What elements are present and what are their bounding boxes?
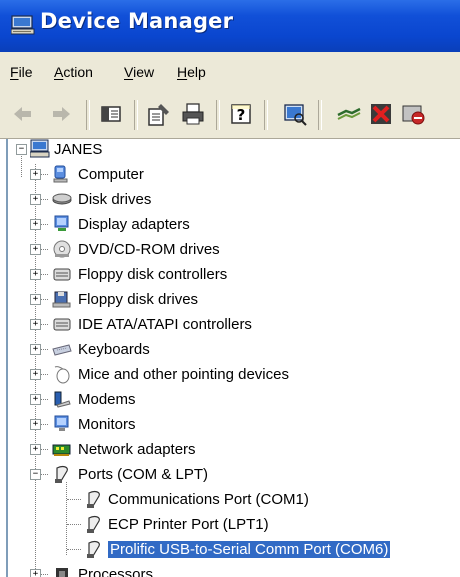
- tree-item-monitors[interactable]: Monitors: [78, 416, 136, 433]
- expand-toggle-computer[interactable]: +: [30, 169, 41, 180]
- expand-toggle-network-adapters[interactable]: +: [30, 444, 41, 455]
- tree-item-ide-ata-atapi-controllers[interactable]: IDE ATA/ATAPI controllers: [78, 316, 252, 333]
- expand-toggle-display-adapters[interactable]: +: [30, 219, 41, 230]
- tree-item-keyboards[interactable]: Keyboards: [78, 341, 150, 358]
- tree-connector: [66, 482, 67, 555]
- computer-icon: [30, 139, 50, 158]
- floppy-drive-icon: [52, 291, 71, 308]
- tree-connector: [67, 499, 81, 500]
- tree-item-modems[interactable]: Modems: [78, 391, 136, 408]
- forward-arrow-icon[interactable]: [48, 101, 74, 127]
- toolbar-separator: [134, 100, 138, 130]
- mouse-icon: [54, 366, 70, 384]
- tree-connector: [67, 549, 81, 550]
- scan-hardware-icon[interactable]: [282, 101, 308, 127]
- display-adapter-icon: [54, 215, 69, 231]
- toolbar-separator: [264, 100, 268, 130]
- port-icon: [87, 515, 100, 533]
- port-icon: [87, 490, 100, 508]
- disk-drive-icon: [52, 193, 72, 205]
- expand-toggle-ports-com-lpt[interactable]: −: [30, 469, 41, 480]
- expand-toggle-processors[interactable]: +: [30, 569, 41, 577]
- port-icon: [55, 465, 68, 483]
- expand-toggle-mice-and-other-pointing-devices[interactable]: +: [30, 369, 41, 380]
- tree-connector: [21, 154, 22, 177]
- port-icon: [87, 540, 100, 558]
- controller-icon: [53, 268, 71, 281]
- back-arrow-icon[interactable]: [10, 101, 36, 127]
- tree-root-label[interactable]: JANES: [54, 141, 102, 158]
- menu-action[interactable]: Action: [54, 64, 93, 80]
- controller-icon: [53, 318, 71, 331]
- tree-item-floppy-disk-controllers[interactable]: Floppy disk controllers: [78, 266, 227, 283]
- help-icon[interactable]: ?: [228, 101, 254, 127]
- tree-item-network-adapters[interactable]: Network adapters: [78, 441, 196, 458]
- tree-item-ports-com-lpt[interactable]: Ports (COM & LPT): [78, 466, 208, 483]
- modem-icon: [54, 391, 71, 408]
- expand-toggle-disk-drives[interactable]: +: [30, 194, 41, 205]
- properties-icon[interactable]: [146, 101, 172, 127]
- root-collapse-toggle[interactable]: −: [16, 144, 27, 155]
- menu-help[interactable]: Help: [177, 64, 206, 80]
- expand-toggle-keyboards[interactable]: +: [30, 344, 41, 355]
- processor-icon: [56, 568, 68, 577]
- device-tree[interactable]: − JANES + Computer + Disk drives + Display ad…: [0, 139, 460, 577]
- tree-item-processors[interactable]: Processors: [78, 566, 153, 577]
- tree-item-computer[interactable]: Computer: [78, 166, 144, 183]
- title-bar[interactable]: Device Manager: [0, 0, 460, 52]
- keyboard-icon: [52, 344, 72, 356]
- tree-item-mice-and-other-pointing-devices[interactable]: Mice and other pointing devices: [78, 366, 289, 383]
- menu-file[interactable]: File: [10, 64, 33, 80]
- tree-item-disk-drives[interactable]: Disk drives: [78, 191, 151, 208]
- toolbar-separator: [216, 100, 220, 130]
- computer-icon: [53, 165, 68, 183]
- monitor-icon: [54, 415, 69, 431]
- print-icon[interactable]: [180, 101, 206, 127]
- network-adapter-icon: [52, 444, 71, 456]
- expand-toggle-floppy-disk-controllers[interactable]: +: [30, 269, 41, 280]
- expand-toggle-dvd-cd-rom-drives[interactable]: +: [30, 244, 41, 255]
- tree-item-ecp-printer-port-lpt1[interactable]: ECP Printer Port (LPT1): [108, 516, 269, 533]
- menu-view[interactable]: View: [124, 64, 154, 80]
- tree-item-prolific-usb-to-serial-comm-port-com6[interactable]: Prolific USB-to-Serial Comm Port (COM6): [106, 540, 392, 559]
- window-title: Device Manager: [40, 9, 234, 33]
- toolbar-separator: [86, 100, 90, 130]
- toolbar-separator: [318, 100, 322, 130]
- device-manager-window: Device Manager File Action View Help ? −…: [0, 0, 460, 577]
- tree-item-floppy-disk-drives[interactable]: Floppy disk drives: [78, 291, 198, 308]
- expand-toggle-modems[interactable]: +: [30, 394, 41, 405]
- update-driver-icon[interactable]: [336, 101, 362, 127]
- expand-toggle-ide-ata-atapi-controllers[interactable]: +: [30, 319, 41, 330]
- menu-bar: File Action View Help: [0, 52, 460, 93]
- show-hide-console-tree-icon[interactable]: [98, 101, 124, 127]
- tree-border: [6, 139, 460, 577]
- uninstall-icon[interactable]: [368, 101, 394, 127]
- disable-icon[interactable]: [400, 101, 426, 127]
- toolbar: ?: [0, 92, 460, 139]
- tree-item-display-adapters[interactable]: Display adapters: [78, 216, 190, 233]
- tree-item-communications-port-com1[interactable]: Communications Port (COM1): [108, 491, 309, 508]
- expand-toggle-floppy-disk-drives[interactable]: +: [30, 294, 41, 305]
- tree-item-dvd-cd-rom-drives[interactable]: DVD/CD-ROM drives: [78, 241, 220, 258]
- dvd-drive-icon: [53, 240, 71, 258]
- tree-connector: [67, 524, 81, 525]
- expand-toggle-monitors[interactable]: +: [30, 419, 41, 430]
- device-manager-icon: [11, 15, 35, 35]
